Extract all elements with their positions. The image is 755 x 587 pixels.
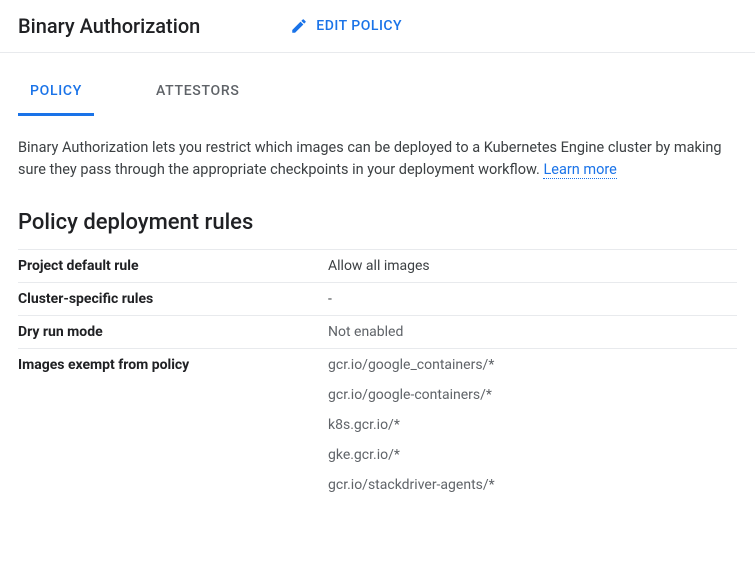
page-header: Binary Authorization EDIT POLICY (0, 0, 755, 53)
exempt-image-item: gcr.io/google_containers/* (328, 357, 495, 373)
learn-more-link[interactable]: Learn more (543, 161, 616, 179)
rule-value: Not enabled (328, 324, 403, 340)
exempt-image-item: k8s.gcr.io/* (328, 417, 495, 433)
rule-row-dryrun: Dry run mode Not enabled (18, 315, 737, 348)
pencil-icon (290, 17, 308, 35)
rule-row-default: Project default rule Allow all images (18, 249, 737, 282)
description-text: Binary Authorization lets you restrict w… (0, 117, 755, 182)
exempt-image-item: gcr.io/stackdriver-agents/* (328, 477, 495, 493)
rules-table: Project default rule Allow all images Cl… (0, 249, 755, 501)
tab-attestors[interactable]: ATTESTORS (144, 83, 252, 116)
tab-policy[interactable]: POLICY (18, 83, 94, 116)
exempt-image-item: gcr.io/google-containers/* (328, 387, 495, 403)
tab-bar: POLICY ATTESTORS (0, 53, 755, 117)
rule-label: Images exempt from policy (18, 357, 328, 373)
exempt-image-item: gke.gcr.io/* (328, 447, 495, 463)
section-title: Policy deployment rules (0, 182, 755, 249)
rule-label: Cluster-specific rules (18, 291, 328, 307)
edit-policy-label: EDIT POLICY (316, 18, 402, 34)
rule-row-cluster: Cluster-specific rules - (18, 282, 737, 315)
rule-value: Allow all images (328, 258, 430, 274)
rule-label: Project default rule (18, 258, 328, 274)
exempt-image-list: gcr.io/google_containers/* gcr.io/google… (328, 357, 495, 493)
rule-label: Dry run mode (18, 324, 328, 340)
rule-value: - (328, 291, 332, 307)
edit-policy-button[interactable]: EDIT POLICY (290, 17, 402, 35)
page-title: Binary Authorization (18, 14, 200, 38)
rule-row-exempt: Images exempt from policy gcr.io/google_… (18, 348, 737, 501)
